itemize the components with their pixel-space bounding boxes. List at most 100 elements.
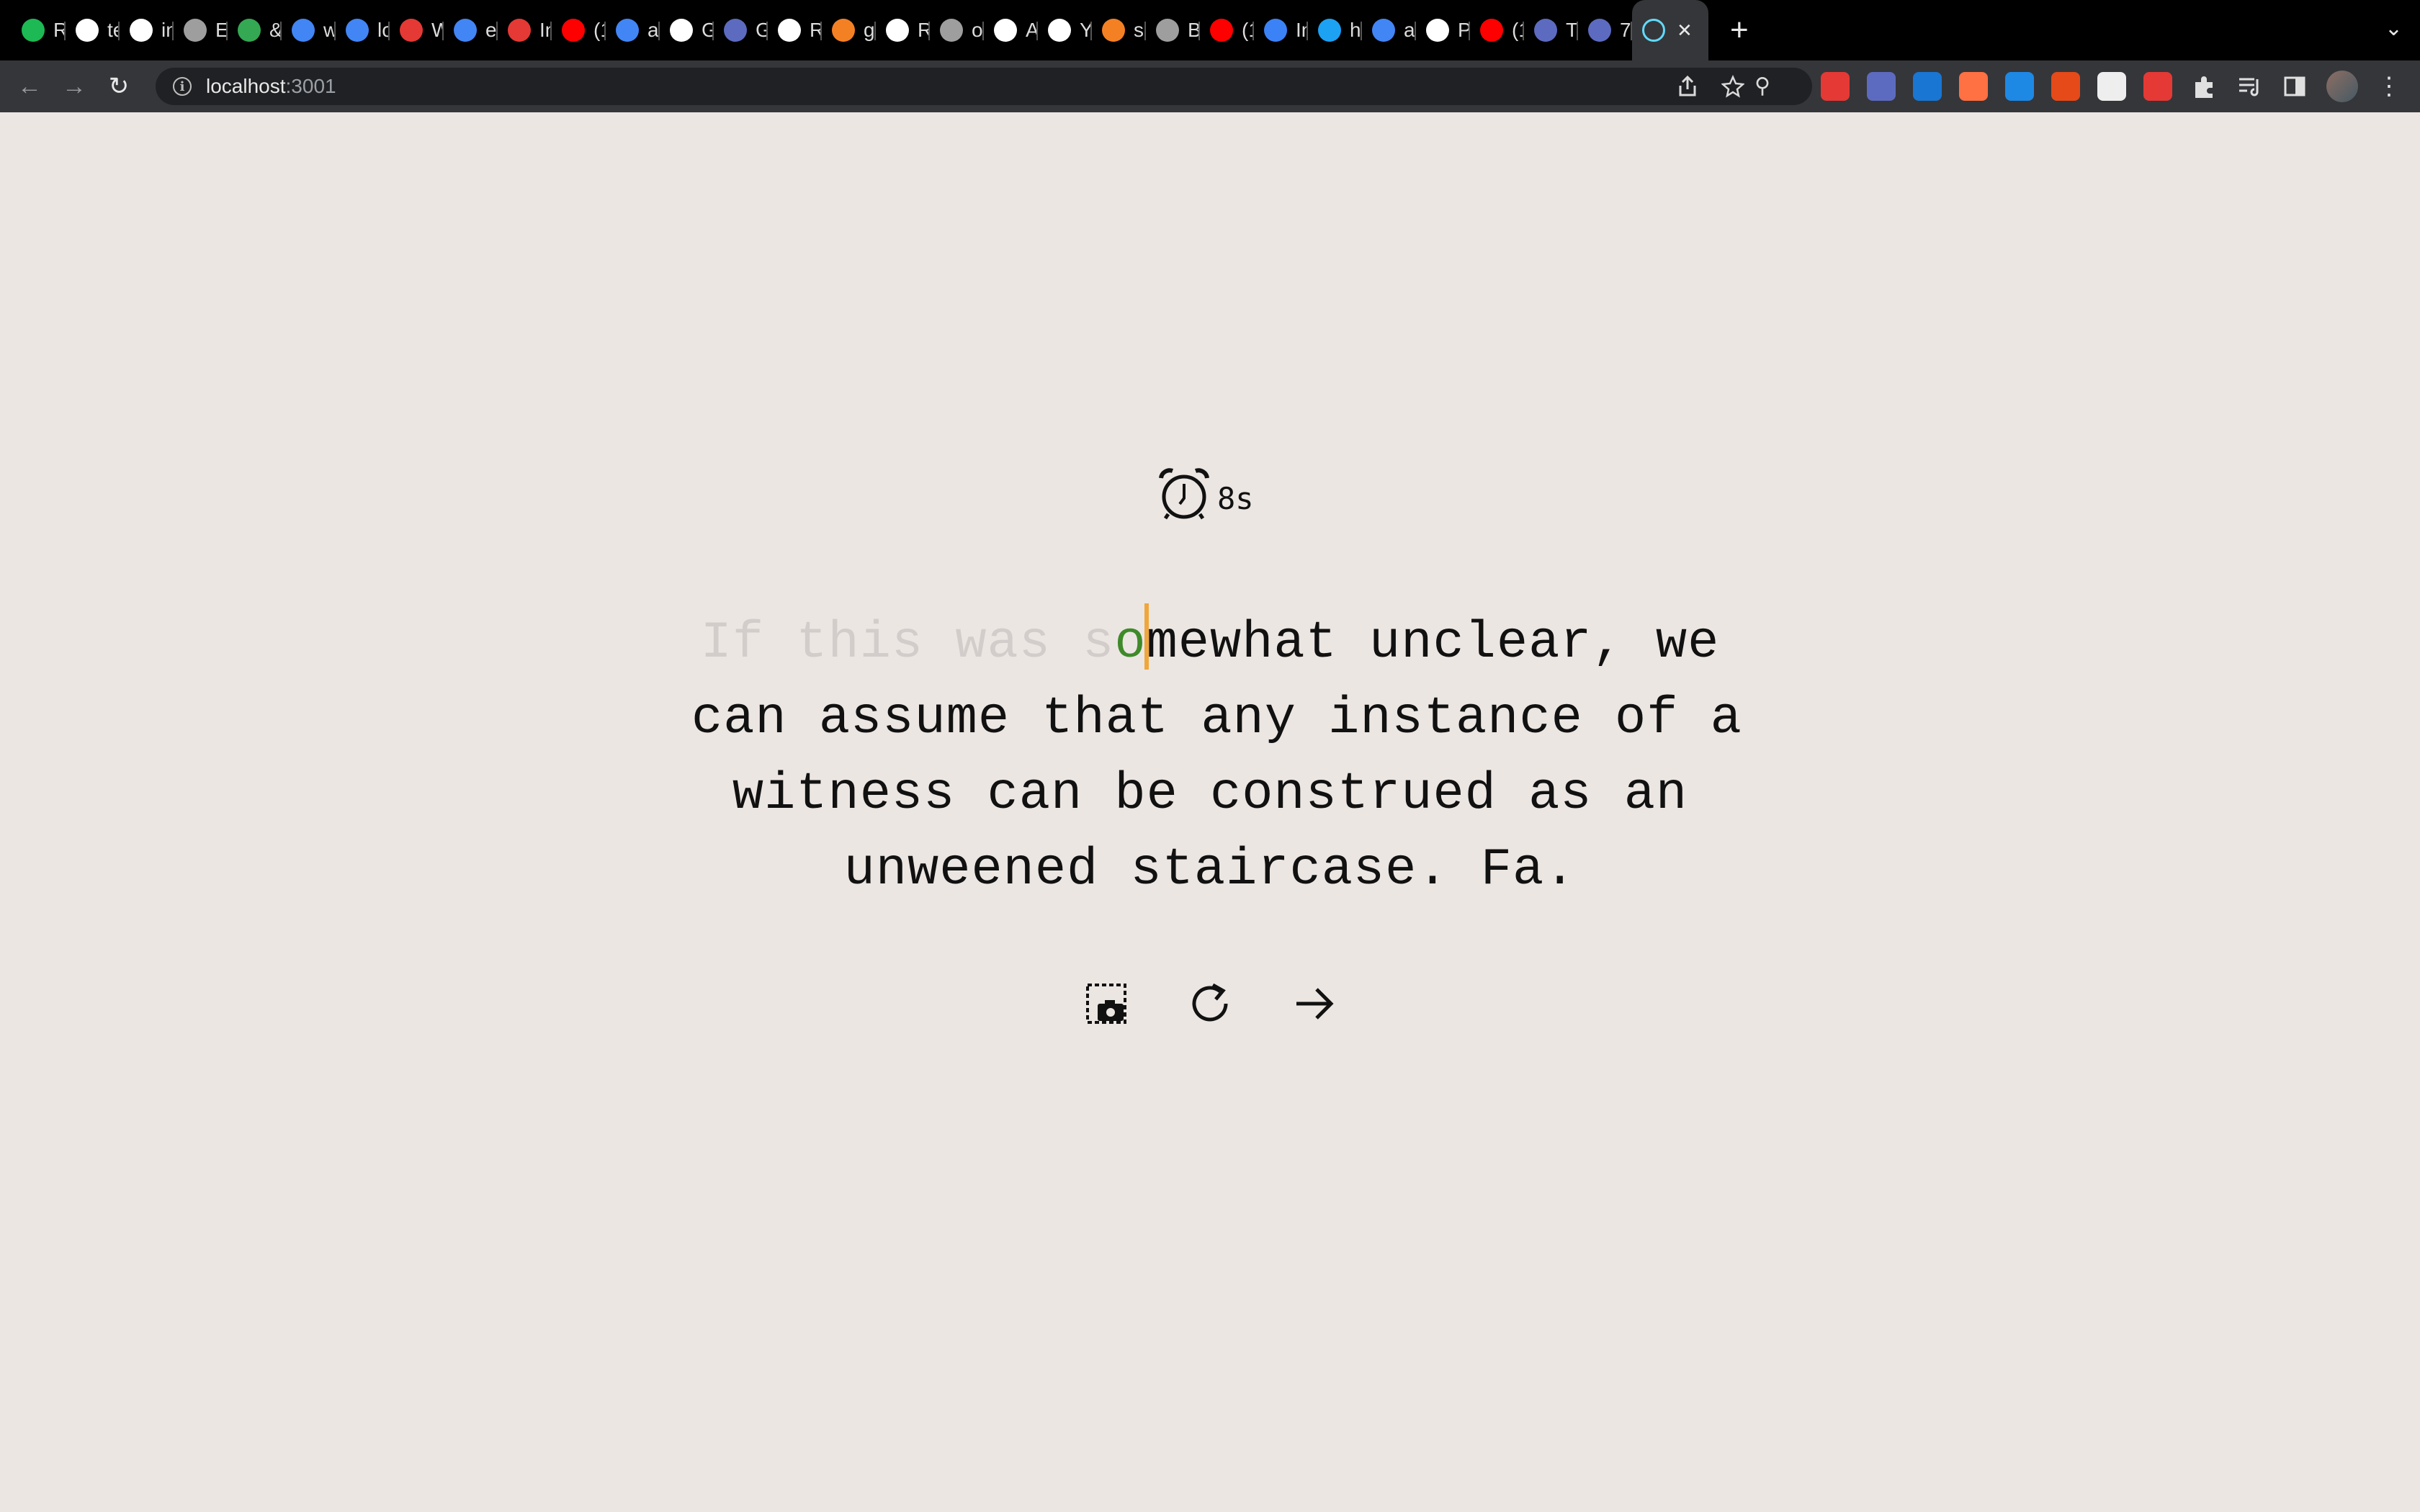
globe-icon: [1156, 19, 1179, 42]
ext-hand-icon[interactable]: [2143, 72, 2172, 101]
tab-title: ar: [647, 19, 660, 41]
browser-tab[interactable]: A: [984, 0, 1038, 60]
browser-tab[interactable]: in: [120, 0, 174, 60]
screenshot-camera-icon[interactable]: [1080, 978, 1132, 1030]
browser-tab[interactable]: G: [714, 0, 768, 60]
code-icon: [400, 19, 423, 42]
extensions-puzzle-icon[interactable]: [2192, 73, 2217, 99]
extensions-area: [1821, 72, 2172, 101]
restart-icon[interactable]: [1184, 978, 1236, 1030]
browser-tab[interactable]: W: [390, 0, 444, 60]
globe-icon: [940, 19, 963, 42]
youtube-icon: [562, 19, 585, 42]
passage-line-4: unweened staircase. Fa.: [843, 840, 1577, 899]
tab-title: (1: [593, 19, 606, 41]
tab-title: ac: [1404, 19, 1416, 41]
alarm-clock-icon: [1159, 468, 1209, 520]
browser-tab[interactable]: te: [66, 0, 120, 60]
ext-pen-icon[interactable]: [1867, 72, 1896, 101]
browser-tab[interactable]: Er: [174, 0, 228, 60]
browser-tab[interactable]: R: [768, 0, 822, 60]
browser-tab[interactable]: Te: [1524, 0, 1578, 60]
gmail-icon: [238, 19, 261, 42]
tab-title: G: [756, 19, 768, 41]
tab-title: te: [107, 19, 120, 41]
back-arrow-icon[interactable]: ←: [7, 73, 52, 101]
browser-tab[interactable]: Yo: [1038, 0, 1092, 60]
tab-search-chevron-icon[interactable]: ⌄: [2385, 16, 2403, 41]
browser-tab[interactable]: 7: [1578, 0, 1632, 60]
share-icon[interactable]: [1677, 75, 1698, 98]
browser-tab[interactable]: (1: [552, 0, 606, 60]
browser-menu-icon[interactable]: ⋮: [2377, 72, 2401, 101]
new-tab-button[interactable]: +: [1730, 0, 1749, 60]
bookmark-star-icon[interactable]: [1721, 75, 1744, 98]
diamond-icon: [1534, 19, 1557, 42]
address-bar[interactable]: i localhost:3001 ⚲: [156, 68, 1812, 105]
browser-tab[interactable]: In: [1254, 0, 1308, 60]
browser-tab[interactable]: er: [444, 0, 498, 60]
ext-orb-icon[interactable]: [1959, 72, 1988, 101]
ext-red-icon[interactable]: [1821, 72, 1850, 101]
browser-tab[interactable]: (1: [1200, 0, 1254, 60]
google-icon: [616, 19, 639, 42]
tab-title: in: [161, 19, 174, 41]
twitter-icon: [1318, 19, 1341, 42]
github-icon: [886, 19, 909, 42]
triangle-icon: [1426, 19, 1449, 42]
profile-avatar[interactable]: [2326, 71, 2358, 102]
tab-title: R: [918, 19, 930, 41]
browser-tab[interactable]: w: [282, 0, 336, 60]
browser-tab[interactable]: su: [1092, 0, 1146, 60]
reading-list-icon[interactable]: [2237, 75, 2262, 98]
browser-tab[interactable]: Bl: [1146, 0, 1200, 60]
browser-tab[interactable]: G: [660, 0, 714, 60]
browser-tab[interactable]: R: [876, 0, 930, 60]
stackoverflow-icon: [832, 19, 855, 42]
url-text: localhost:3001: [206, 75, 336, 98]
tab-title: Te: [1566, 19, 1578, 41]
browser-tab[interactable]: ht: [1308, 0, 1362, 60]
youtube-icon: [1210, 19, 1233, 42]
google-icon: [292, 19, 315, 42]
angular-icon: [724, 19, 747, 42]
tab-title: (1: [1512, 19, 1524, 41]
tab-title: Yo: [1080, 19, 1092, 41]
side-panel-icon[interactable]: [2283, 75, 2306, 98]
tab-title: ov: [972, 19, 984, 41]
forward-arrow-icon[interactable]: →: [52, 73, 97, 101]
site-info-icon[interactable]: i: [173, 77, 192, 96]
ext-shield-icon[interactable]: [2005, 72, 2034, 101]
url-port: :3001: [285, 75, 336, 97]
tab-title: w: [323, 19, 336, 41]
browser-tab[interactable]: R: [12, 0, 66, 60]
browser-tab[interactable]: ar: [606, 0, 660, 60]
browser-tab[interactable]: gi: [822, 0, 876, 60]
youtube-icon: [1480, 19, 1503, 42]
browser-tab[interactable]: Pr: [1416, 0, 1470, 60]
active-browser-tab[interactable]: ✕: [1632, 0, 1708, 60]
browser-tab[interactable]: (1: [1470, 0, 1524, 60]
tab-title: lo: [377, 19, 390, 41]
browser-tab[interactable]: ov: [930, 0, 984, 60]
passage-line-3: witness can be construed as an: [732, 765, 1688, 824]
w-logo-icon: [22, 19, 45, 42]
zoom-icon[interactable]: ⚲: [1754, 73, 1770, 99]
current-character: o: [1114, 613, 1147, 672]
tab-title: su: [1134, 19, 1146, 41]
reload-icon[interactable]: ↻: [97, 72, 141, 101]
next-arrow-icon[interactable]: [1288, 978, 1340, 1030]
typing-passage[interactable]: If this was somewhat unclear, we can ass…: [691, 603, 1742, 908]
ext-ball-icon[interactable]: [2097, 72, 2126, 101]
tab-title: Pr: [1458, 19, 1470, 41]
browser-tab[interactable]: lo: [336, 0, 390, 60]
ext-c-icon[interactable]: [2051, 72, 2080, 101]
browser-tab[interactable]: &: [228, 0, 282, 60]
tab-list: Rte in Er & w lo Wer In (1 ar G G Rgi Rov A Yo su Bl (1 In h…: [0, 0, 1708, 60]
browser-tab[interactable]: ac: [1362, 0, 1416, 60]
browser-tab[interactable]: In: [498, 0, 552, 60]
tab-title: In: [1296, 19, 1308, 41]
close-tab-icon[interactable]: ✕: [1677, 19, 1693, 42]
ext-fi-icon[interactable]: [1913, 72, 1942, 101]
gauge-icon: [508, 19, 531, 42]
